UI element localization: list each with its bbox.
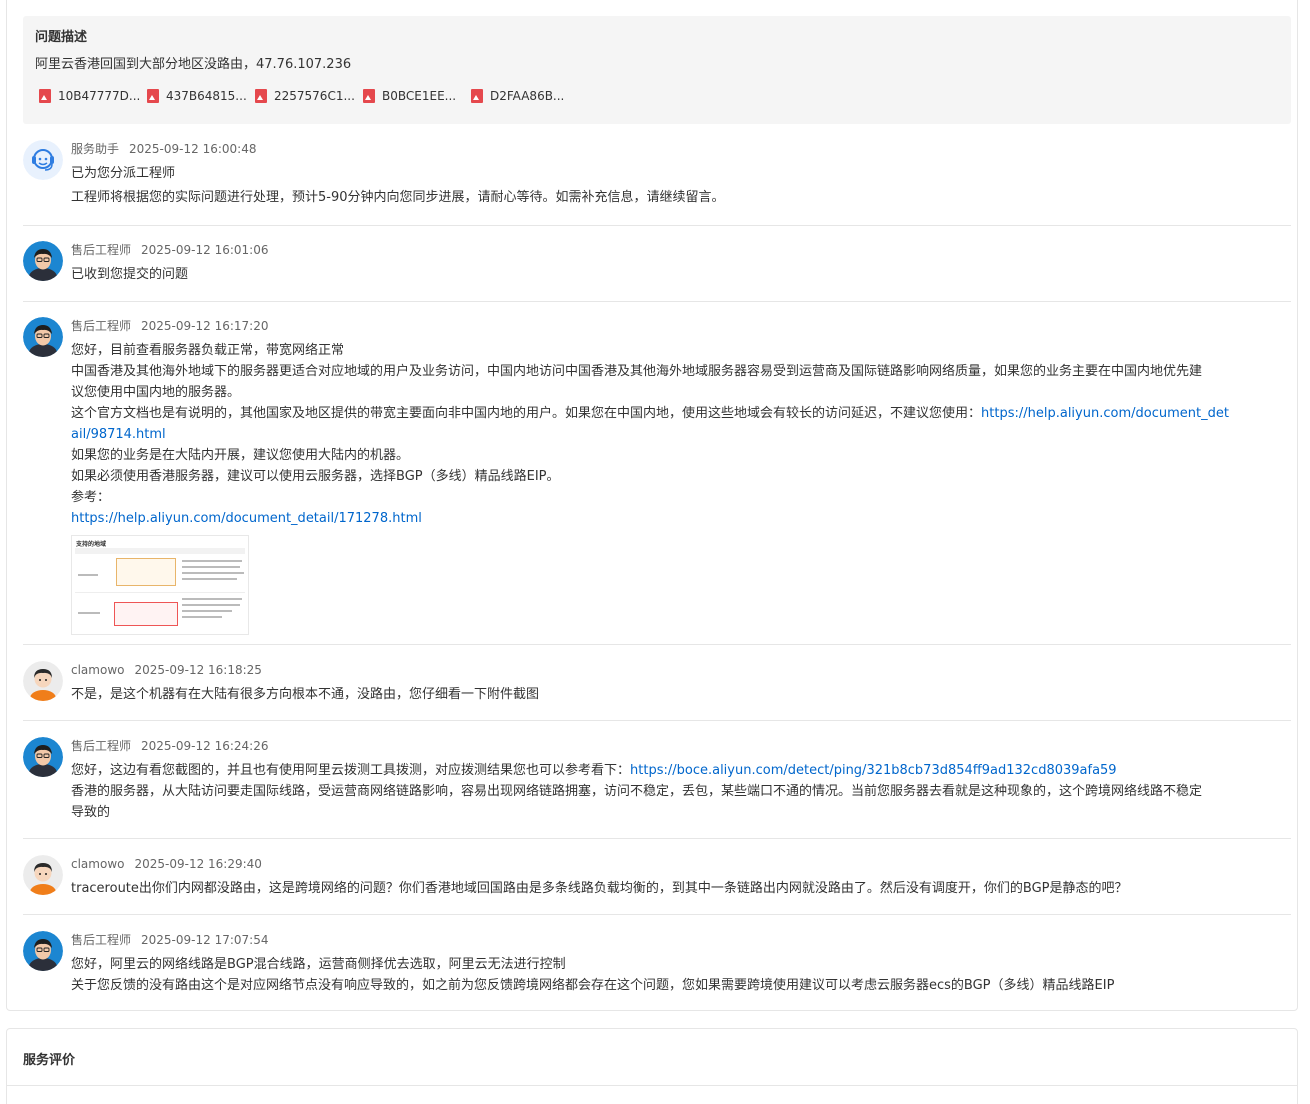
divider — [23, 644, 1291, 645]
image-file-icon — [39, 89, 51, 103]
message-line: 参考： — [71, 490, 111, 505]
message-text: 您好，这边有看您截图的，并且也有使用阿里云拨测工具拨测，对应拨测结果您也可以参考… — [71, 763, 631, 778]
divider — [23, 225, 1291, 226]
message-author: 售后工程师 — [71, 243, 132, 257]
message-line: 议您使用中国内地的服务器。 — [71, 385, 241, 400]
thumbnail-text — [182, 566, 240, 568]
attachment-item[interactable]: 437B64815... — [143, 87, 247, 105]
message-line: 您好，这边有看您截图的，并且也有使用阿里云拨测工具拨测，对应拨测结果您也可以参考… — [71, 760, 1291, 781]
message-line: ail/98714.html — [71, 424, 1291, 445]
message-line: 您好，阿里云的网络线路是BGP混合线路，运营商侧择优去选取，阿里云无法进行控制 — [71, 957, 566, 972]
thumbnail-text — [78, 612, 100, 614]
message-text: 这个官方文档也是有说明的，其他国家及地区提供的带宽主要面向非中国内地的用户。如果… — [71, 406, 982, 421]
image-file-icon — [255, 89, 267, 103]
image-file-icon — [363, 89, 375, 103]
attachment-item[interactable]: 2257576C1... — [251, 87, 355, 105]
message-item: clamowo 2025-09-12 16:18:25 不是，是这个机器有在大陆有… — [23, 661, 1291, 706]
engineer-avatar — [23, 241, 63, 281]
message-item: 售后工程师 2025-09-12 16:24:26 您好，这边有看您截图的，并且也… — [23, 737, 1291, 822]
user-avatar — [23, 855, 63, 895]
message-line: 工程师将根据您的实际问题进行处理，预计5-90分钟内向您同步进展，请耐心等待。如… — [71, 190, 725, 205]
divider — [7, 1085, 1297, 1086]
assistant-avatar — [23, 140, 63, 180]
attachment-list: 10B47777D... 437B64815... 2257576C1... B… — [35, 87, 1279, 105]
message-author: 售后工程师 — [71, 933, 132, 947]
thumbnail-note-box — [116, 558, 176, 586]
message-item: 售后工程师 2025-09-12 16:01:06 已收到您提交的问题 — [23, 241, 1291, 286]
thumbnail-title: 支持的地域 — [76, 541, 107, 548]
message-line: 不是，是这个机器有在大陆有很多方向根本不通，没路由，您仔细看一下附件截图 — [71, 687, 540, 702]
message-item: 售后工程师 2025-09-12 16:17:20 您好，目前查看服务器负载正常，… — [23, 317, 1291, 635]
image-file-icon — [471, 89, 483, 103]
message-author: clamowo — [71, 663, 125, 677]
ticket-conversation-card: 问题描述 阿里云香港回国到大部分地区没路由，47.76.107.236 10B4… — [6, 0, 1298, 1011]
message-line: 您好，目前查看服务器负载正常，带宽网络正常 — [71, 343, 345, 358]
divider — [23, 838, 1291, 839]
thumbnail-text — [78, 574, 98, 576]
message-time: 2025-09-12 16:24:26 — [141, 739, 269, 753]
service-rating-panel: 服务评价 — [6, 1028, 1298, 1104]
probe-result-link[interactable]: https://boce.aliyun.com/detect/ping/321b… — [630, 763, 1117, 778]
message-line: 关于您反馈的没有路由这个是对应网络节点没有响应导致的，如之前为您反馈跨境网络都会… — [71, 978, 1115, 993]
message-line: https://help.aliyun.com/document_detail/… — [71, 508, 1291, 529]
doc-link-continued[interactable]: ail/98714.html — [71, 427, 166, 442]
problem-text: 阿里云香港回国到大部分地区没路由，47.76.107.236 — [35, 57, 352, 72]
thumbnail-text — [182, 610, 232, 612]
message-time: 2025-09-12 16:00:48 — [129, 142, 257, 156]
message-line: 如果必须使用香港服务器，建议可以使用云服务器，选择BGP（多线）精品线路EIP。 — [71, 469, 560, 484]
engineer-avatar — [23, 317, 63, 357]
image-file-icon — [147, 89, 159, 103]
message-item: 服务助手 2025-09-12 16:00:48 已为您分派工程师 工程师将根据您… — [23, 140, 1291, 210]
thumbnail-highlight-box — [114, 602, 178, 626]
problem-title: 问题描述 — [35, 30, 88, 45]
message-author: 售后工程师 — [71, 739, 132, 753]
message-item: 售后工程师 2025-09-12 17:07:54 您好，阿里云的网络线路是BGP… — [23, 931, 1291, 996]
thumbnail-text — [182, 578, 237, 580]
doc-link[interactable]: https://help.aliyun.com/document_det — [981, 406, 1229, 421]
problem-description-panel: 问题描述 阿里云香港回国到大部分地区没路由，47.76.107.236 10B4… — [23, 16, 1291, 124]
thumbnail-text — [182, 560, 242, 562]
engineer-avatar — [23, 737, 63, 777]
message-time: 2025-09-12 16:01:06 — [141, 243, 269, 257]
message-time: 2025-09-12 16:17:20 — [141, 319, 269, 333]
message-author: 售后工程师 — [71, 319, 132, 333]
message-line: 香港的服务器，从大陆访问要走国际线路，受运营商网络链路影响，容易出现网络链路拥塞… — [71, 784, 1203, 799]
message-line: 中国香港及其他海外地域下的服务器更适合对应地域的用户及业务访问，中国内地访问中国… — [71, 364, 1203, 379]
thumbnail-row-divider — [75, 592, 245, 593]
divider — [23, 301, 1291, 302]
message-item: clamowo 2025-09-12 16:29:40 traceroute出你们… — [23, 855, 1291, 900]
attachment-item[interactable]: B0BCE1EE... — [359, 87, 456, 105]
thumbnail-text — [182, 616, 222, 618]
thumbnail-table-header — [75, 548, 245, 554]
attachment-item[interactable]: D2FAA86B... — [467, 87, 564, 105]
message-author: 服务助手 — [71, 142, 120, 156]
message-line: 如果您的业务是在大陆内开展，建议您使用大陆内的机器。 — [71, 448, 410, 463]
attachment-item[interactable]: 10B47777D... — [35, 87, 140, 105]
message-line: traceroute出你们内网都没路由，这是跨境网络的问题？你们香港地域回国路由… — [71, 881, 1128, 896]
doc-link[interactable]: https://help.aliyun.com/document_detail/… — [71, 511, 422, 526]
user-avatar — [23, 661, 63, 701]
screenshot-thumbnail[interactable]: 支持的地域 — [71, 535, 249, 635]
message-line: 已为您分派工程师 — [71, 166, 176, 181]
message-author: clamowo — [71, 857, 125, 871]
message-time: 2025-09-12 16:18:25 — [134, 663, 262, 677]
thumbnail-text — [182, 604, 240, 606]
divider — [23, 914, 1291, 915]
message-line: 这个官方文档也是有说明的，其他国家及地区提供的带宽主要面向非中国内地的用户。如果… — [71, 403, 1291, 424]
thumbnail-text — [182, 572, 244, 574]
divider — [23, 720, 1291, 721]
message-time: 2025-09-12 17:07:54 — [141, 933, 269, 947]
rating-title: 服务评价 — [23, 1053, 76, 1068]
message-line: 已收到您提交的问题 — [71, 267, 189, 282]
message-line: 导致的 — [71, 805, 111, 820]
thumbnail-text — [182, 598, 242, 600]
engineer-avatar — [23, 931, 63, 971]
message-time: 2025-09-12 16:29:40 — [134, 857, 262, 871]
